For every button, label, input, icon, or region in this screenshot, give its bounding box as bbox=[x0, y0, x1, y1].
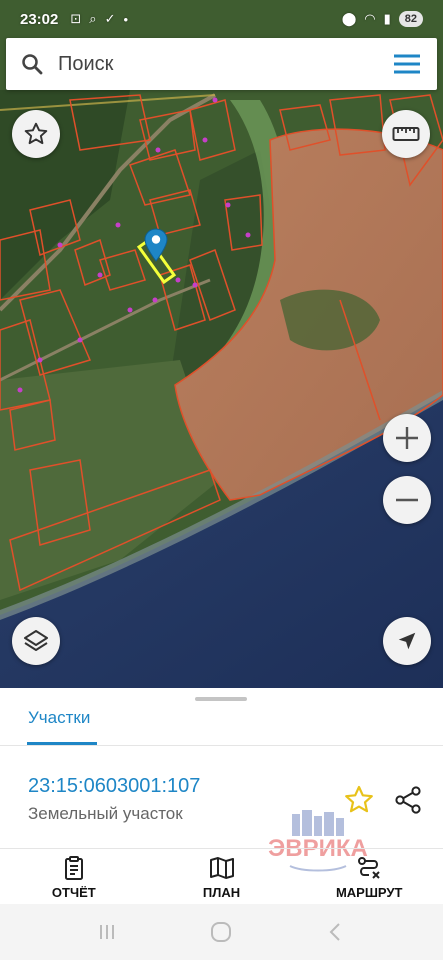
search-button[interactable] bbox=[6, 38, 58, 90]
system-nav-bar bbox=[0, 904, 443, 960]
parcel-cadastral-number[interactable]: 23:15:0603001:107 bbox=[28, 775, 200, 798]
signal-icon: ▮ bbox=[383, 11, 391, 26]
tab-parcels[interactable]: Участки bbox=[28, 708, 90, 728]
location-icon: ⬤ bbox=[341, 11, 357, 26]
check-icon: ✓ bbox=[104, 11, 116, 26]
hamburger-menu-icon bbox=[394, 54, 420, 74]
location-pin-icon bbox=[144, 228, 168, 262]
dot-icon: • bbox=[123, 11, 129, 27]
ruler-icon bbox=[392, 127, 420, 141]
divider bbox=[0, 745, 443, 746]
report-icon bbox=[64, 855, 83, 880]
plus-icon bbox=[396, 427, 418, 449]
wifi-icon: ◠ bbox=[364, 11, 376, 26]
satellite-terrain bbox=[0, 0, 443, 688]
zoom-out-button[interactable] bbox=[383, 476, 431, 524]
plan-button[interactable]: ПЛАН bbox=[148, 850, 296, 904]
layers-button[interactable] bbox=[12, 617, 60, 665]
battery-icon: 82 bbox=[398, 11, 423, 27]
parcel-type: Земельный участок bbox=[28, 804, 183, 823]
bottom-sheet: Участки 23:15:0603001:107 Земельный учас… bbox=[0, 688, 443, 904]
route-label: МАРШРУТ bbox=[335, 884, 403, 900]
search-input[interactable] bbox=[58, 38, 377, 90]
home-icon[interactable] bbox=[208, 919, 234, 945]
favorites-button[interactable] bbox=[12, 110, 60, 158]
share-icon[interactable] bbox=[392, 784, 424, 816]
map-view[interactable] bbox=[0, 0, 443, 688]
recent-apps-icon[interactable] bbox=[94, 919, 120, 945]
status-bar: 23:02 ⊡ ⌕ ✓ • ⬤ ◠ ▮ 82 bbox=[0, 0, 443, 38]
measure-button[interactable] bbox=[382, 110, 430, 158]
status-time: 23:02 bbox=[20, 10, 59, 28]
menu-button[interactable] bbox=[377, 38, 437, 90]
report-button[interactable]: ОТЧЁТ bbox=[0, 850, 148, 904]
locate-me-button[interactable] bbox=[383, 617, 431, 665]
map-icon bbox=[209, 856, 234, 879]
plan-label: ПЛАН bbox=[202, 884, 241, 900]
divider bbox=[0, 848, 443, 849]
favorite-star-icon[interactable] bbox=[343, 784, 375, 816]
back-icon[interactable] bbox=[323, 919, 349, 945]
search-bar bbox=[6, 38, 437, 90]
minus-icon bbox=[396, 498, 418, 502]
layers-icon bbox=[24, 630, 48, 651]
action-bar: ОТЧЁТ ПЛАН МАРШРУТ bbox=[0, 850, 443, 904]
zoom-in-button[interactable] bbox=[383, 414, 431, 462]
search-icon bbox=[22, 54, 43, 75]
route-button[interactable]: МАРШРУТ bbox=[295, 850, 443, 904]
sheet-drag-handle[interactable] bbox=[195, 697, 247, 701]
navigation-arrow-icon bbox=[398, 632, 416, 650]
star-outline-icon bbox=[24, 122, 48, 145]
route-icon bbox=[358, 856, 380, 879]
report-label: ОТЧЁТ bbox=[51, 884, 96, 900]
search-icon: ⌕ bbox=[89, 11, 97, 26]
screen-record-icon: ⊡ bbox=[70, 11, 82, 26]
